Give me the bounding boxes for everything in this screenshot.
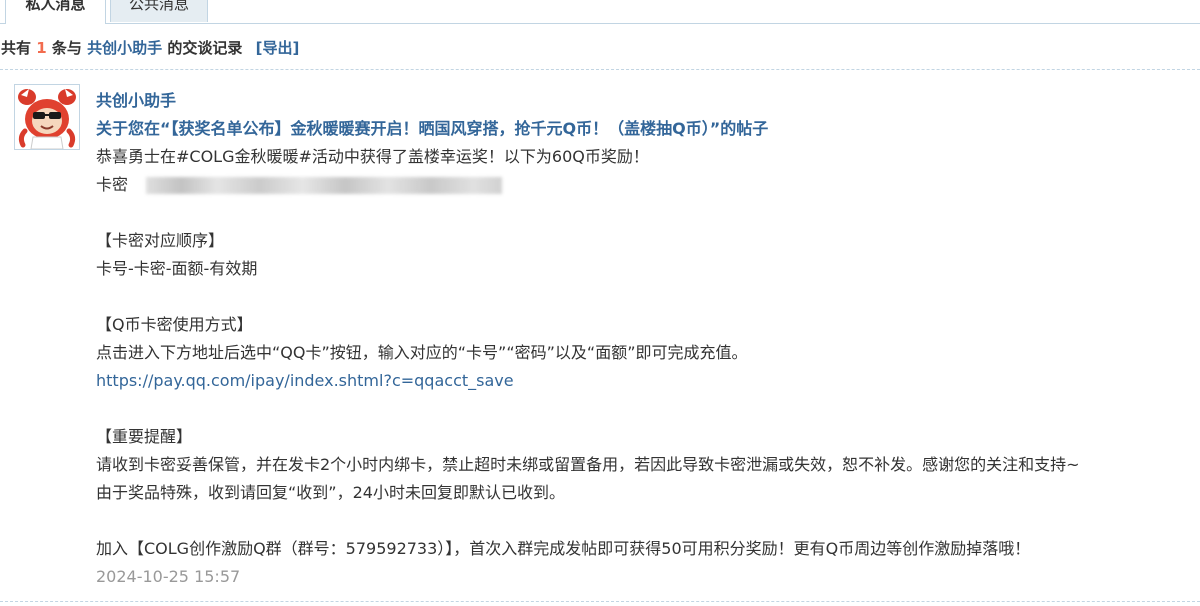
summary-contact-link[interactable]: 共创小助手 (87, 39, 162, 57)
crab-mascot-icon (18, 89, 76, 149)
message-line-reminder-heading: 【重要提醒】 (96, 427, 193, 446)
message-line-card-key: 卡密 (96, 171, 1200, 199)
tab-private-messages[interactable]: 私人消息 (5, 0, 106, 24)
message-timestamp: 2024-10-25 15:57 (96, 567, 241, 586)
message-line-congrats: 恭喜勇士在#COLG金秋暖暖#活动中获得了盖楼幸运奖！以下为60Q币奖励！ (96, 147, 649, 166)
message-line-usage: 点击进入下方地址后选中“QQ卡”按钮，输入对应的“卡号”“密码”以及“面额”即可… (96, 343, 748, 362)
message-line-reply-note: 由于奖品特殊，收到请回复“收到”，24小时未回复即默认已收到。 (96, 483, 565, 502)
summary-mid: 条与 (51, 39, 82, 57)
avatar[interactable] (14, 84, 80, 150)
message-line-order-heading: 【卡密对应顺序】 (96, 231, 225, 250)
export-link[interactable]: [导出] (256, 39, 300, 57)
recharge-url-link[interactable]: https://pay.qq.com/ipay/index.shtml?c=qq… (96, 371, 514, 390)
message-line-join-group: 加入【COLG创作激励Q群（群号：579592733）】，首次入群完成发帖即可获… (96, 539, 1031, 558)
message-count: 1 (36, 39, 47, 57)
message-body: 共创小助手 关于您在“【获奖名单公布】金秋暖暖赛开启！晒国风穿搭，抢千元Q币！（… (96, 87, 1200, 591)
message-line-order: 卡号-卡密-面额-有效期 (96, 259, 258, 278)
message-tabs: 私人消息 公共消息 (0, 0, 1200, 24)
card-key-label: 卡密 (96, 175, 129, 194)
conversation-summary: 共有 1 条与 共创小助手 的交谈记录 [导出] (1, 37, 299, 59)
sender-name-link[interactable]: 共创小助手 (96, 91, 176, 110)
message-line-reminder: 请收到卡密妥善保管，并在发卡2个小时内绑卡，禁止超时未绑或留置备用，若因此导致卡… (96, 455, 1080, 474)
summary-suffix: 的交谈记录 (167, 39, 243, 57)
message-divider-top (0, 69, 1200, 70)
message-divider-bottom (0, 601, 1200, 602)
thread-title-link[interactable]: 关于您在“【获奖名单公布】金秋暖暖赛开启！晒国风穿搭，抢千元Q币！（盖楼抽Q币）… (96, 119, 768, 138)
summary-prefix: 共有 (1, 39, 32, 57)
tab-public-messages[interactable]: 公共消息 (110, 0, 208, 22)
card-key-blurred-value (146, 177, 503, 194)
message-line-usage-heading: 【Q币卡密使用方式】 (96, 315, 253, 334)
